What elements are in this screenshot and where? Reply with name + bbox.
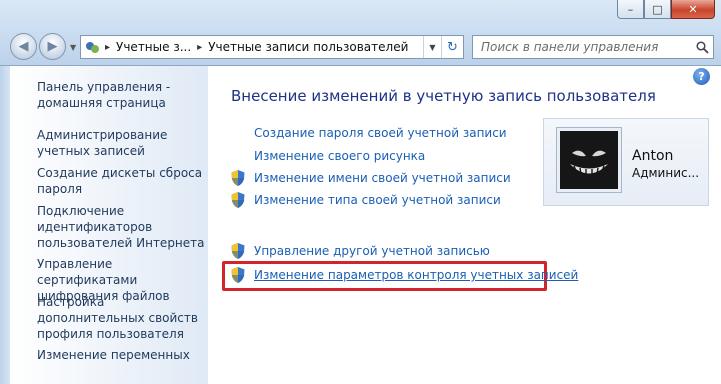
breadcrumb-separator[interactable]: ▸ xyxy=(105,42,110,53)
sidebar-item-manage-accounts[interactable]: Администрирование учетных записей xyxy=(37,127,209,159)
sidebar-item-profile-properties[interactable]: Настройка дополнительных свойств профиля… xyxy=(37,294,209,342)
search-input[interactable]: Поиск в панели управления xyxy=(472,35,714,59)
close-button[interactable]: ✕ xyxy=(671,0,715,19)
breadcrumb-item-user-accounts[interactable]: Учетные записи пользователей xyxy=(208,40,408,54)
uac-settings-link[interactable]: Изменение параметров контроля учетных за… xyxy=(254,268,578,282)
sidebar: Панель управления - домашняя страница Ад… xyxy=(10,66,208,384)
forward-button[interactable]: ▶ xyxy=(39,33,66,60)
uac-shield-icon xyxy=(231,243,245,259)
avatar[interactable] xyxy=(557,128,621,192)
help-icon[interactable]: ? xyxy=(693,68,710,85)
address-bar[interactable]: ▸ Учетные з... ▸ Учетные записи пользова… xyxy=(80,35,464,59)
back-arrow-icon: ◀ xyxy=(18,39,29,54)
forward-arrow-icon: ▶ xyxy=(47,39,58,54)
chevron-down-icon[interactable]: ▼ xyxy=(423,36,441,58)
uac-shield-icon xyxy=(231,192,245,208)
caption-buttons: – □ ✕ xyxy=(617,0,715,19)
change-picture-link[interactable]: Изменение своего рисунка xyxy=(254,149,425,163)
user-name: Anton xyxy=(632,148,674,164)
window-border xyxy=(0,66,10,384)
maximize-button[interactable]: □ xyxy=(644,0,671,19)
sidebar-item-reset-disk[interactable]: Создание дискеты сброса пароля xyxy=(37,165,209,197)
user-card: Anton Админис... xyxy=(543,118,709,206)
breadcrumb-item-accounts[interactable]: Учетные з... xyxy=(116,40,191,54)
control-panel-icon xyxy=(85,40,101,54)
recent-pages-dropdown[interactable]: ▼ xyxy=(70,43,76,52)
search-placeholder: Поиск в панели управления xyxy=(481,40,659,54)
minimize-button[interactable]: – xyxy=(617,0,644,19)
search-icon[interactable] xyxy=(691,40,713,54)
user-role: Админис... xyxy=(632,166,700,180)
change-name-link[interactable]: Изменение имени своей учетной записи xyxy=(254,171,511,185)
window-frame: – □ ✕ ◀ ▶ ▼ ▸ Учетные з... ▸ Учетные зап… xyxy=(0,0,721,66)
uac-shield-icon xyxy=(231,170,245,186)
uac-shield-icon xyxy=(231,267,245,283)
breadcrumb-separator[interactable]: ▸ xyxy=(197,42,202,53)
sidebar-item-home[interactable]: Панель управления - домашняя страница xyxy=(37,79,209,111)
manage-other-account-link[interactable]: Управление другой учетной записью xyxy=(254,244,490,258)
sidebar-item-environment-variables[interactable]: Изменение переменных xyxy=(37,347,209,363)
create-password-link[interactable]: Создание пароля своей учетной записи xyxy=(254,126,507,140)
sidebar-item-link-ids[interactable]: Подключение идентификаторов пользователе… xyxy=(37,203,209,251)
back-button[interactable]: ◀ xyxy=(10,33,37,60)
refresh-icon[interactable]: ↻ xyxy=(441,36,463,58)
page-title: Внесение изменений в учетную запись поль… xyxy=(231,87,656,105)
change-type-link[interactable]: Изменение типа своей учетной записи xyxy=(254,193,501,207)
